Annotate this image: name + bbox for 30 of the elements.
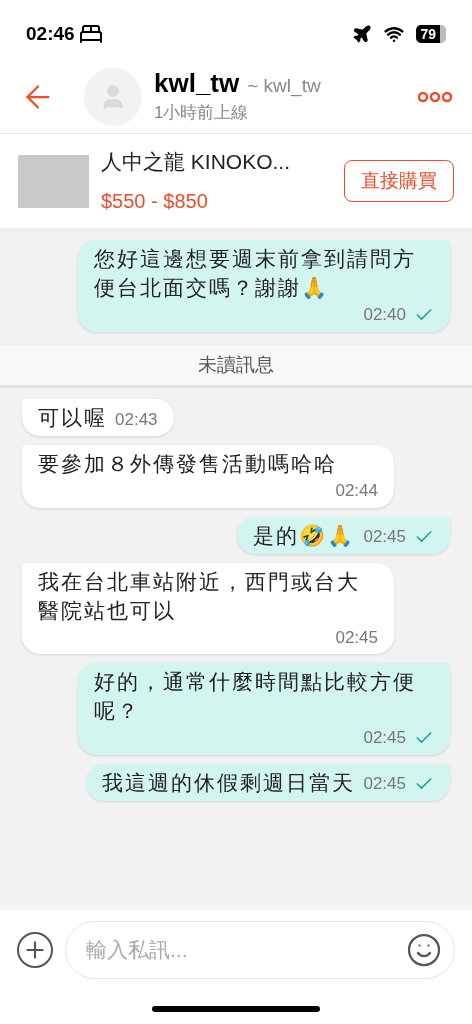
- message-text: 我這週的休假剩週日當天: [102, 769, 356, 796]
- buy-button[interactable]: 直接購買: [344, 159, 454, 203]
- battery-icon: 79: [416, 25, 446, 43]
- message-input[interactable]: 輸入私訊...: [86, 934, 406, 966]
- photo-placeholder: [18, 154, 89, 208]
- status-time: 02:46: [26, 21, 75, 46]
- more-icon[interactable]: [418, 90, 452, 103]
- message-time: 02:45: [363, 773, 406, 795]
- plus-icon[interactable]: [17, 932, 53, 968]
- bed-icon: [78, 22, 103, 46]
- message-time: 02:40: [363, 304, 406, 326]
- product-price: $550 - $850: [101, 188, 209, 214]
- message-text: 是的🤣🙏: [253, 522, 356, 549]
- message-time: 02:44: [335, 480, 378, 502]
- contact-handle: ~ kwl_tw: [247, 73, 321, 99]
- message-text: 好的，通常什麼時間點比較方便呢？: [94, 669, 417, 724]
- message-time: 02:45: [335, 626, 378, 649]
- message-time: 02:45: [363, 526, 406, 548]
- last-seen: 1小時前上線: [154, 102, 250, 124]
- message-text: 我在台北車站附近，西門或台大醫院站也可以: [38, 568, 361, 624]
- message-time: 02:43: [115, 408, 158, 431]
- message-text: 可以喔: [38, 405, 107, 431]
- message-text: 您好這邊想要週末前拿到請問方便台北面交嗎？謝謝🙏: [94, 246, 417, 301]
- airplane-icon: [352, 24, 373, 44]
- product-title: 人中之龍 KINOKO...: [101, 149, 292, 176]
- message-time: 02:45: [363, 727, 406, 749]
- emoji-icon[interactable]: [406, 932, 442, 968]
- contact-name: kwl_tw: [154, 67, 240, 98]
- message-text: 要參加８外傳發售活動嗎哈哈: [38, 451, 337, 477]
- wifi-icon: [384, 24, 405, 44]
